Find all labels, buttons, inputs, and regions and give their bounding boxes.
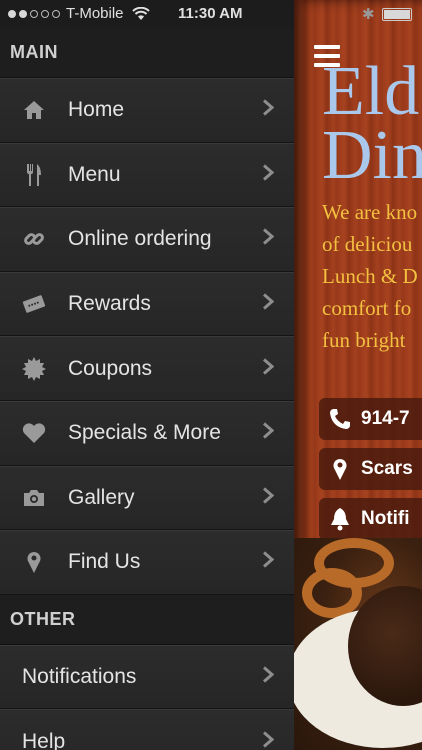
- side-menu: MAIN Home Menu Online ordering Rewards C…: [0, 28, 294, 750]
- battery-icon: [382, 8, 412, 21]
- title-line: Din: [322, 117, 422, 194]
- chevron-right-icon: [262, 666, 275, 689]
- menu-item-label: Notifications: [22, 665, 137, 689]
- call-button[interactable]: 914-7: [319, 398, 422, 440]
- restaurant-description: We are kno of deliciou Lunch & D comfort fo…: [322, 196, 418, 356]
- menu-item-label: Coupons: [68, 356, 153, 380]
- signal-dot: [52, 9, 60, 18]
- chevron-right-icon: [262, 357, 275, 380]
- chevron-right-icon: [262, 422, 275, 445]
- description-line: of deliciou: [322, 232, 413, 256]
- chevron-right-icon: [262, 486, 275, 509]
- signal-dot: [8, 9, 16, 18]
- chevron-right-icon: [262, 551, 275, 574]
- address-button-label: Scars: [361, 458, 413, 479]
- chevron-right-icon: [262, 730, 275, 750]
- menu-item-home[interactable]: Home: [0, 78, 294, 143]
- menu-item-label: Find Us: [68, 550, 141, 574]
- bell-icon: [319, 507, 361, 531]
- signal-dot: [41, 9, 49, 18]
- heart-icon: [0, 422, 68, 444]
- menu-item-label: Menu: [68, 162, 121, 186]
- menu-item-help[interactable]: Help: [0, 709, 294, 750]
- chevron-right-icon: [262, 293, 275, 316]
- camera-icon: [0, 488, 68, 508]
- fork-knife-icon: [0, 163, 68, 187]
- food-photo: [294, 538, 422, 750]
- menu-item-label: Online ordering: [68, 227, 212, 251]
- badge-icon: [0, 356, 68, 381]
- menu-item-online-ordering[interactable]: Online ordering: [0, 207, 294, 272]
- notifications-button-label: Notifi: [361, 508, 410, 529]
- carrier-name: T-Mobile: [66, 5, 124, 22]
- chevron-right-icon: [262, 163, 275, 186]
- location-pin-icon: [0, 550, 68, 574]
- description-line: fun bright: [322, 328, 406, 352]
- menu-item-label: Specials & More: [68, 421, 221, 445]
- signal-dot: [30, 9, 38, 18]
- menu-item-gallery[interactable]: Gallery: [0, 465, 294, 531]
- chevron-right-icon: [262, 228, 275, 251]
- menu-item-specials[interactable]: Specials & More: [0, 400, 294, 466]
- menu-item-notifications[interactable]: Notifications: [0, 644, 294, 710]
- menu-item-label: Home: [68, 98, 125, 122]
- menu-item-rewards[interactable]: Rewards: [0, 271, 294, 337]
- menu-item-label: Gallery: [68, 485, 135, 509]
- restaurant-title: Eld Din: [322, 57, 422, 191]
- phone-icon: [319, 408, 361, 430]
- status-time: 11:30 AM: [178, 5, 243, 22]
- location-pin-icon: [319, 457, 361, 481]
- chevron-right-icon: [262, 99, 275, 122]
- menu-item-coupons[interactable]: Coupons: [0, 336, 294, 401]
- section-header-other: OTHER: [0, 594, 294, 645]
- notifications-button[interactable]: Notifi: [319, 498, 422, 540]
- wifi-icon: [131, 6, 150, 20]
- address-button[interactable]: Scars: [319, 448, 422, 490]
- description-line: We are kno: [322, 200, 418, 224]
- section-header-main: MAIN: [0, 28, 294, 78]
- ticket-icon: [0, 293, 68, 315]
- menu-item-label: Rewards: [68, 292, 151, 316]
- signal-dot: [19, 9, 27, 18]
- description-line: Lunch & D: [322, 264, 418, 288]
- main-content-panel[interactable]: Eld Din We are kno of deliciou Lunch & D co…: [294, 0, 422, 750]
- home-icon: [0, 99, 68, 121]
- menu-item-label: Help: [22, 729, 66, 750]
- call-button-label: 914-7: [361, 408, 410, 429]
- link-icon: [0, 228, 68, 250]
- description-line: comfort fo: [322, 296, 412, 320]
- menu-item-menu[interactable]: Menu: [0, 142, 294, 208]
- carrier: T-Mobile: [8, 5, 150, 22]
- bluetooth-icon: ✱: [362, 6, 375, 23]
- status-bar: T-Mobile 11:30 AM ✱: [0, 0, 422, 28]
- menu-item-find-us[interactable]: Find Us: [0, 530, 294, 595]
